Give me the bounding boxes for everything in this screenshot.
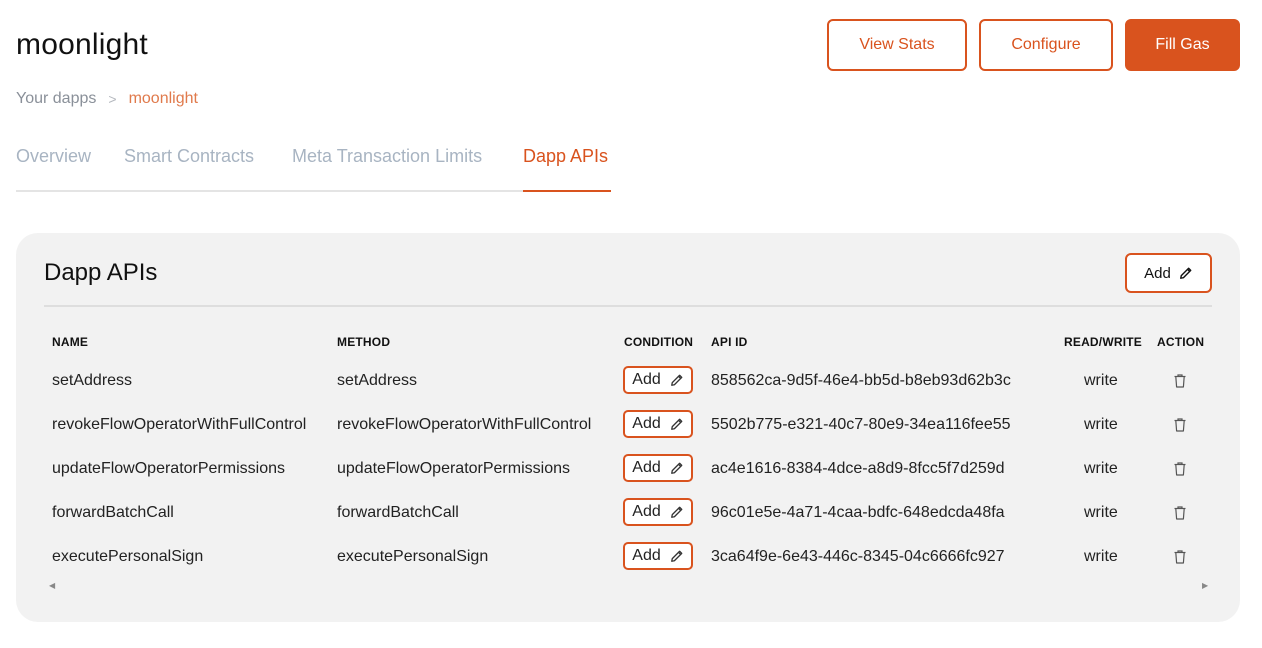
tab-bar: Overview Smart Contracts Meta Transactio… xyxy=(16,134,611,192)
tab-overview[interactable]: Overview xyxy=(16,146,91,192)
add-api-label: Add xyxy=(1144,264,1171,282)
row-api-id: 5502b775-e321-40c7-80e9-34ea116fee55 xyxy=(711,416,1011,433)
pencil-icon xyxy=(670,374,683,386)
column-header-action: ACTION xyxy=(1157,335,1205,349)
condition-add-label: Add xyxy=(632,459,661,476)
tab-dapp-apis[interactable]: Dapp APIs xyxy=(523,146,611,192)
breadcrumb-your-dapps-link[interactable]: Your dapps xyxy=(16,90,96,108)
row-read-write: write xyxy=(1084,504,1118,521)
row-method: forwardBatchCall xyxy=(337,504,459,521)
condition-add-button[interactable]: Add xyxy=(623,498,693,526)
condition-add-button[interactable]: Add xyxy=(623,410,693,438)
pencil-icon xyxy=(670,418,683,430)
table-row: setAddress setAddress Add 858562ca-9d5f-… xyxy=(16,366,1240,410)
column-header-read-write: READ/WRITE xyxy=(1064,335,1142,349)
tab-meta-transaction-limits[interactable]: Meta Transaction Limits xyxy=(292,146,482,192)
table-row: updateFlowOperatorPermissions updateFlow… xyxy=(16,454,1240,498)
scroll-right-arrow-icon[interactable]: ▶ xyxy=(1202,581,1208,590)
view-stats-button[interactable]: View Stats xyxy=(827,19,967,71)
panel-title: Dapp APIs xyxy=(44,259,158,286)
trash-icon[interactable] xyxy=(1174,418,1186,432)
tab-smart-contracts[interactable]: Smart Contracts xyxy=(124,146,254,192)
breadcrumb-current: moonlight xyxy=(128,90,198,107)
row-name: setAddress xyxy=(52,372,133,389)
column-header-name: NAME xyxy=(52,335,89,349)
breadcrumb-separator: > xyxy=(108,91,117,107)
row-name: executePersonalSign xyxy=(52,548,204,565)
condition-add-button[interactable]: Add xyxy=(623,366,693,394)
panel-divider xyxy=(44,305,1212,307)
row-name: updateFlowOperatorPermissions xyxy=(52,460,285,477)
condition-add-button[interactable]: Add xyxy=(623,542,693,570)
condition-add-label: Add xyxy=(632,547,661,564)
row-read-write: write xyxy=(1084,548,1118,565)
add-api-button[interactable]: Add xyxy=(1125,253,1212,293)
pencil-icon xyxy=(1179,267,1192,279)
pencil-icon xyxy=(670,462,683,474)
condition-add-label: Add xyxy=(632,415,661,432)
column-header-method: METHOD xyxy=(337,335,391,349)
row-name: forwardBatchCall xyxy=(52,504,174,521)
trash-icon[interactable] xyxy=(1174,462,1186,476)
condition-add-label: Add xyxy=(632,371,661,388)
row-name: revokeFlowOperatorWithFullControl xyxy=(52,416,307,433)
row-api-id: 3ca64f9e-6e43-446c-8345-04c6666fc927 xyxy=(711,548,1005,565)
scroll-left-arrow-icon[interactable]: ◀ xyxy=(49,581,55,590)
row-method: executePersonalSign xyxy=(337,548,489,565)
breadcrumb: Your dapps > moonlight xyxy=(16,90,198,108)
row-method: updateFlowOperatorPermissions xyxy=(337,460,570,477)
row-api-id: 96c01e5e-4a71-4caa-bdfc-648edcda48fa xyxy=(711,504,1005,521)
pencil-icon xyxy=(670,506,683,518)
row-api-id: 858562ca-9d5f-46e4-bb5d-b8eb93d62b3c xyxy=(711,372,1011,389)
table-row: revokeFlowOperatorWithFullControl revoke… xyxy=(16,410,1240,454)
trash-icon[interactable] xyxy=(1174,374,1186,388)
row-method: revokeFlowOperatorWithFullControl xyxy=(337,416,592,433)
row-read-write: write xyxy=(1084,372,1118,389)
page-title: moonlight xyxy=(16,28,148,61)
dapp-apis-panel: Dapp APIs Add NAME METHOD CONDITION API … xyxy=(16,233,1240,622)
trash-icon[interactable] xyxy=(1174,506,1186,520)
column-header-condition: CONDITION xyxy=(624,335,694,349)
pencil-icon xyxy=(670,550,683,562)
condition-add-label: Add xyxy=(632,503,661,520)
trash-icon[interactable] xyxy=(1174,550,1186,564)
row-read-write: write xyxy=(1084,416,1118,433)
row-method: setAddress xyxy=(337,372,418,389)
row-api-id: ac4e1616-8384-4dce-a8d9-8fcc5f7d259d xyxy=(711,460,1005,477)
fill-gas-button[interactable]: Fill Gas xyxy=(1125,19,1240,71)
column-header-api-id: API ID xyxy=(711,335,748,349)
condition-add-button[interactable]: Add xyxy=(623,454,693,482)
table-row: forwardBatchCall forwardBatchCall Add 96… xyxy=(16,498,1240,542)
table-row: executePersonalSign executePersonalSign … xyxy=(16,542,1240,586)
configure-button[interactable]: Configure xyxy=(979,19,1113,71)
row-read-write: write xyxy=(1084,460,1118,477)
